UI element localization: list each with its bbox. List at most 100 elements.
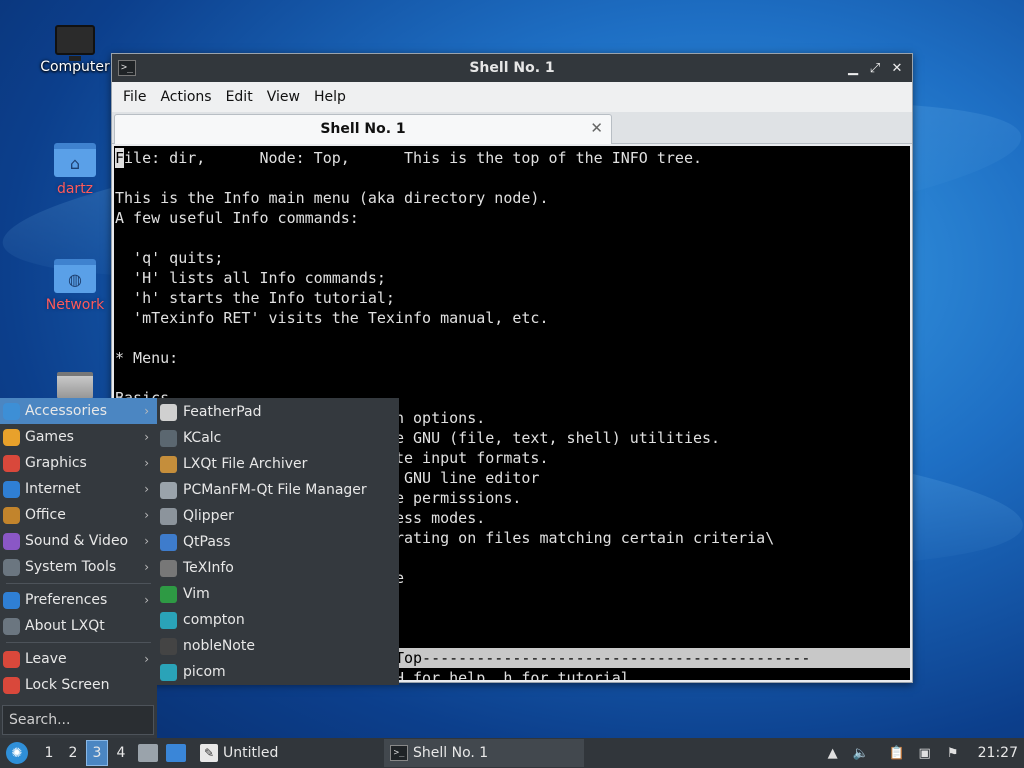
menu-file[interactable]: File bbox=[116, 89, 153, 105]
computer-icon bbox=[55, 25, 95, 61]
workspace-4[interactable]: 4 bbox=[110, 740, 132, 766]
task-label: Untitled bbox=[223, 745, 279, 761]
vim-icon bbox=[160, 585, 177, 603]
menu-edit[interactable]: Edit bbox=[219, 89, 260, 105]
application-menu: Accessories › Games › Graphics › Internet › Offi… bbox=[0, 398, 157, 738]
menu-item-featherpad[interactable]: FeatherPad bbox=[157, 399, 399, 425]
terminal-line: 'q' quits; bbox=[115, 249, 224, 267]
terminal-line: 'h' starts the Info tutorial; bbox=[115, 289, 395, 307]
menu-item-accessories[interactable]: Accessories › bbox=[0, 398, 157, 424]
menu-item-lock-screen[interactable]: Lock Screen bbox=[0, 672, 157, 698]
network-icon[interactable]: ▣ bbox=[916, 744, 934, 762]
menu-item-qtpass[interactable]: QtPass bbox=[157, 529, 399, 555]
menu-item-kcalc[interactable]: KCalc bbox=[157, 425, 399, 451]
preferences-icon bbox=[3, 591, 20, 609]
terminal-line: This is the Info main menu (aka director… bbox=[115, 189, 549, 207]
menu-bar: File Actions Edit View Help bbox=[112, 82, 912, 112]
menu-item-preferences[interactable]: Preferences › bbox=[0, 587, 157, 613]
menu-item-picom[interactable]: picom bbox=[157, 659, 399, 685]
accessories-icon bbox=[3, 402, 20, 420]
text-editor-icon: ✎ bbox=[200, 744, 218, 762]
show-desktop-icon[interactable] bbox=[166, 744, 186, 762]
menu-item-label: About LXQt bbox=[25, 618, 105, 634]
menu-item-lxqt-file-archiver[interactable]: LXQt File Archiver bbox=[157, 451, 399, 477]
tab-bar: Shell No. 1 ✕ bbox=[112, 112, 912, 144]
noblenote-icon bbox=[160, 637, 177, 655]
menu-item-internet[interactable]: Internet › bbox=[0, 476, 157, 502]
terminal-icon[interactable]: >_ bbox=[118, 60, 136, 76]
workspace-2[interactable]: 2 bbox=[62, 740, 84, 766]
menu-item-label: Qlipper bbox=[183, 508, 234, 524]
chevron-right-icon: › bbox=[144, 652, 149, 666]
task-untitled[interactable]: ✎ Untitled bbox=[194, 739, 384, 767]
terminal-icon: >_ bbox=[390, 745, 408, 761]
menu-item-label: Graphics bbox=[25, 455, 87, 471]
texinfo-icon bbox=[160, 559, 177, 577]
terminal-line: 'mTexinfo RET' visits the Texinfo manual… bbox=[115, 309, 549, 327]
terminal-line: 'H' lists all Info commands; bbox=[115, 269, 386, 287]
clock[interactable]: 21:27 bbox=[978, 745, 1018, 761]
close-button[interactable]: ✕ bbox=[888, 61, 906, 76]
menu-item-label: Leave bbox=[25, 651, 67, 667]
menu-item-office[interactable]: Office › bbox=[0, 502, 157, 528]
chevron-right-icon: › bbox=[144, 482, 149, 496]
menu-item-noblenote[interactable]: nobleNote bbox=[157, 633, 399, 659]
tab-shell-1[interactable]: Shell No. 1 ✕ bbox=[114, 114, 612, 144]
menu-item-games[interactable]: Games › bbox=[0, 424, 157, 450]
menu-actions[interactable]: Actions bbox=[153, 89, 218, 105]
volume-icon[interactable]: 🔈 bbox=[852, 744, 870, 762]
workspace-3[interactable]: 3 bbox=[86, 740, 108, 766]
archiver-icon bbox=[160, 455, 177, 473]
notification-icon[interactable]: ▲ bbox=[824, 744, 842, 762]
terminal-line: A few useful Info commands: bbox=[115, 209, 359, 227]
maximize-button[interactable]: ⤢ bbox=[866, 61, 884, 76]
clipboard-icon[interactable]: 📋 bbox=[888, 744, 906, 762]
update-icon[interactable]: ⚑ bbox=[944, 744, 962, 762]
workspace-1[interactable]: 1 bbox=[38, 740, 60, 766]
chevron-right-icon: › bbox=[144, 560, 149, 574]
menu-item-label: TeXInfo bbox=[183, 560, 234, 576]
terminal-line: * Menu: bbox=[115, 349, 179, 367]
minimize-button[interactable]: ▁ bbox=[844, 61, 862, 76]
tab-close-icon[interactable]: ✕ bbox=[590, 119, 603, 137]
task-shell-1[interactable]: >_ Shell No. 1 bbox=[384, 739, 584, 767]
menu-item-texinfo[interactable]: TeXInfo bbox=[157, 555, 399, 581]
desktop-icon-network[interactable]: ◍ Network bbox=[35, 259, 115, 313]
menu-item-about-lxqt[interactable]: About LXQt bbox=[0, 613, 157, 639]
menu-item-label: LXQt File Archiver bbox=[183, 456, 308, 472]
menu-search-input[interactable]: Search... bbox=[2, 705, 154, 735]
lock-icon bbox=[3, 676, 20, 694]
task-label: Shell No. 1 bbox=[413, 745, 489, 761]
menu-item-vim[interactable]: Vim bbox=[157, 581, 399, 607]
desktop-icon-home[interactable]: ⌂ dartz bbox=[35, 143, 115, 197]
menu-item-leave[interactable]: Leave › bbox=[0, 646, 157, 672]
file-manager-icon[interactable] bbox=[138, 744, 158, 762]
leave-icon bbox=[3, 650, 20, 668]
picom-icon bbox=[160, 663, 177, 681]
menu-item-label: PCManFM-Qt File Manager bbox=[183, 482, 367, 498]
menu-item-qlipper[interactable]: Qlipper bbox=[157, 503, 399, 529]
menu-item-label: Office bbox=[25, 507, 66, 523]
about-icon bbox=[3, 617, 20, 635]
menu-view[interactable]: View bbox=[260, 89, 307, 105]
menu-help[interactable]: Help bbox=[307, 89, 353, 105]
qtpass-icon bbox=[160, 533, 177, 551]
sound-video-icon bbox=[3, 532, 20, 550]
home-folder-icon: ⌂ bbox=[54, 143, 96, 177]
menu-item-graphics[interactable]: Graphics › bbox=[0, 450, 157, 476]
chevron-right-icon: › bbox=[144, 534, 149, 548]
menu-item-system-tools[interactable]: System Tools › bbox=[0, 554, 157, 580]
menu-item-label: KCalc bbox=[183, 430, 222, 446]
terminal-line: File: dir, Node: Top, This is the top of… bbox=[115, 148, 702, 168]
menu-item-sound-video[interactable]: Sound & Video › bbox=[0, 528, 157, 554]
lxqt-menu-icon[interactable]: ✺ bbox=[6, 742, 28, 764]
chevron-right-icon: › bbox=[144, 404, 149, 418]
menu-item-compton[interactable]: compton bbox=[157, 607, 399, 633]
chevron-right-icon: › bbox=[144, 593, 149, 607]
desktop-icon-computer[interactable]: Computer bbox=[35, 25, 115, 75]
menu-item-pcmanfm-qt-file-manager[interactable]: PCManFM-Qt File Manager bbox=[157, 477, 399, 503]
network-folder-icon: ◍ bbox=[54, 259, 96, 293]
window-titlebar[interactable]: >_ Shell No. 1 ▁ ⤢ ✕ bbox=[112, 54, 912, 82]
